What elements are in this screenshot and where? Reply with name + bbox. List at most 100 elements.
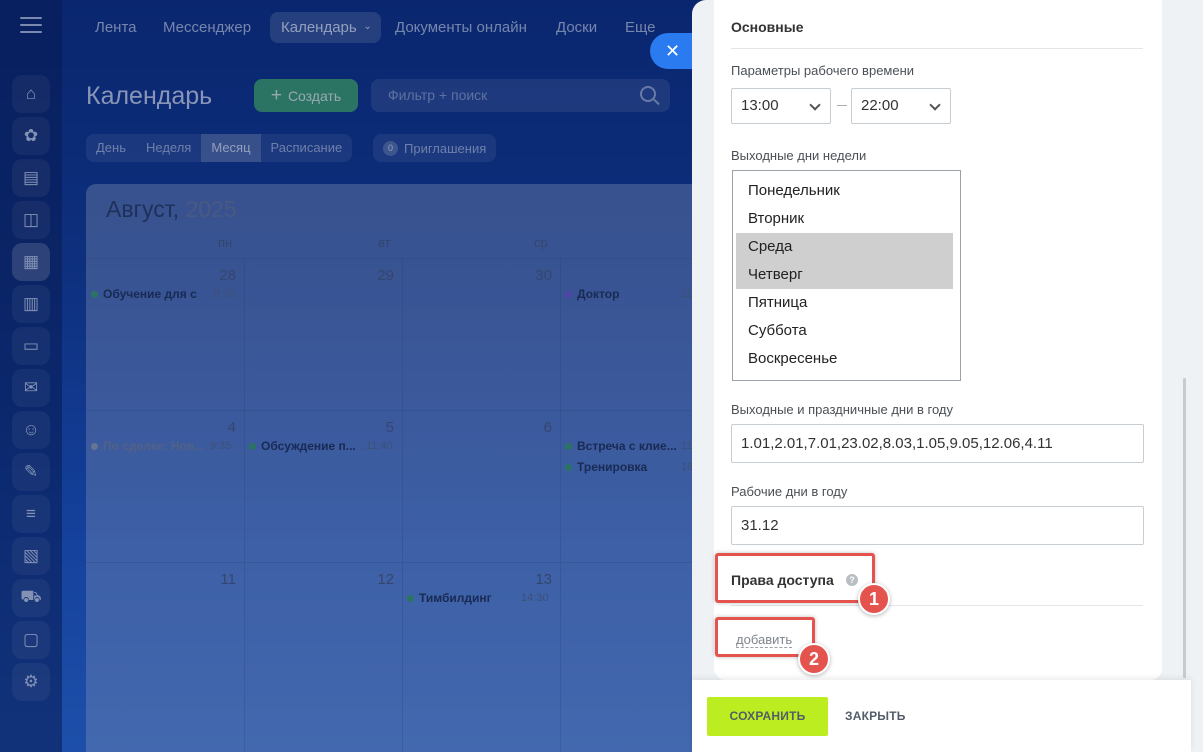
create-button-label: Создать xyxy=(287,87,342,104)
month-name: Август, xyxy=(106,196,180,222)
mail-icon[interactable]: ✉ xyxy=(12,369,50,407)
search-placeholder: Фильтр + поиск xyxy=(388,87,488,103)
event-dot xyxy=(565,463,572,471)
monitor-icon[interactable]: ▢ xyxy=(12,621,50,659)
contacts-icon[interactable]: ☺ xyxy=(12,411,50,449)
grid-line xyxy=(86,410,726,411)
tab-schedule[interactable]: Расписание xyxy=(261,134,353,162)
tab-week[interactable]: Неделя xyxy=(136,134,201,162)
invitations-count: 0 xyxy=(383,140,398,156)
weekend-days-listbox[interactable]: Понедельник Вторник Среда Четверг Пятниц… xyxy=(732,170,961,381)
chevron-down-icon: ⌄ xyxy=(363,21,372,32)
weekday-option-wednesday[interactable]: Среда xyxy=(736,233,953,261)
grid-line xyxy=(86,562,726,563)
weekday-tue: вт xyxy=(378,235,391,250)
tab-day[interactable]: День xyxy=(86,134,136,162)
view-tabs: День Неделя Месяц Расписание xyxy=(86,134,353,162)
weekday-option-saturday[interactable]: Суббота xyxy=(736,317,953,345)
close-button[interactable]: ЗАКРЫТЬ xyxy=(845,697,906,736)
left-sidebar: ⌂ ✿ ▤ ◫ ▦ ▥ ▭ ✉ ☺ ✎ ≡ ▧ ⛟ ▢ ⚙ xyxy=(0,0,62,752)
day-number[interactable]: 28 xyxy=(206,267,236,284)
work-time-label: Параметры рабочего времени xyxy=(731,63,915,78)
event-title: По сделке: Нов... xyxy=(103,439,205,453)
work-time-to-value: 22:00 xyxy=(861,97,899,114)
save-button[interactable]: СОХРАНИТЬ xyxy=(707,697,828,736)
nav-calendar-label: Календарь xyxy=(281,19,357,36)
holidays-field[interactable]: 1.01,2.01,7.01,23.02,8.03,1.05,9.05,12.0… xyxy=(731,424,1144,463)
day-number[interactable]: 12 xyxy=(364,571,394,588)
calendar-event[interactable]: Обсуждение п... 11:40 xyxy=(249,439,399,453)
drive-icon[interactable]: ▭ xyxy=(12,327,50,365)
event-dot xyxy=(91,442,98,450)
edit-doc-icon[interactable]: ▧ xyxy=(12,537,50,575)
calendar-event[interactable]: Тимбилдинг 14:30 xyxy=(407,591,557,605)
grid-line xyxy=(560,258,561,752)
day-number[interactable]: 11 xyxy=(206,571,236,588)
day-number[interactable]: 5 xyxy=(364,419,394,436)
day-number[interactable]: 29 xyxy=(364,267,394,284)
work-time-from-value: 13:00 xyxy=(741,97,779,114)
nav-messenger[interactable]: Мессенджер xyxy=(152,12,262,43)
sign-icon[interactable]: ✎ xyxy=(12,453,50,491)
grid-line xyxy=(86,258,726,259)
event-time: 14:30 xyxy=(521,592,549,604)
day-number[interactable]: 4 xyxy=(206,419,236,436)
event-title: Доктор xyxy=(577,287,620,301)
event-dot xyxy=(91,290,98,298)
scrollbar[interactable] xyxy=(1183,378,1186,678)
search-icon[interactable] xyxy=(640,86,656,102)
day-number[interactable]: 6 xyxy=(522,419,552,436)
day-number[interactable]: 30 xyxy=(522,267,552,284)
plus-icon: + xyxy=(270,85,282,106)
calendar-event[interactable]: По сделке: Нов... 9:35 xyxy=(91,439,241,453)
weekday-option-thursday[interactable]: Четверг xyxy=(736,261,953,289)
work-time-to-select[interactable]: 22:00 xyxy=(851,88,951,124)
cart-icon[interactable]: ⛟ xyxy=(12,579,50,617)
event-time: 9:35 xyxy=(210,440,232,452)
weekday-mon: пн xyxy=(218,235,233,250)
section-title: Основные xyxy=(731,19,804,35)
event-dot xyxy=(565,442,572,450)
tab-month[interactable]: Месяц xyxy=(201,134,261,162)
range-dash xyxy=(837,105,847,106)
filter-icon[interactable]: ≡ xyxy=(12,495,50,533)
workdays-label: Рабочие дни в году xyxy=(731,484,848,499)
search-input[interactable]: Фильтр + поиск xyxy=(371,79,670,112)
day-number[interactable]: 13 xyxy=(522,571,552,588)
nav-documents[interactable]: Документы онлайн xyxy=(384,12,538,43)
calendar-event[interactable]: Обучение для с 8:00 xyxy=(91,287,241,301)
event-title: Тренировка xyxy=(577,460,648,474)
chat-icon[interactable]: ◫ xyxy=(12,201,50,239)
grid-line xyxy=(402,258,403,752)
settings-icon[interactable]: ⚙ xyxy=(12,663,50,701)
year: 2025 xyxy=(185,196,237,222)
menu-icon[interactable] xyxy=(20,17,42,35)
invitations-button[interactable]: 0 Приглашения xyxy=(373,134,497,162)
event-title: Обсуждение п... xyxy=(261,439,356,453)
nav-calendar[interactable]: Календарь ⌄ xyxy=(270,12,381,43)
event-title: Тимбилдинг xyxy=(419,591,492,605)
event-title: Встреча с клие... xyxy=(577,439,677,453)
weekday-option-monday[interactable]: Понедельник xyxy=(736,177,953,205)
work-time-from-select[interactable]: 13:00 xyxy=(731,88,831,124)
grid-line xyxy=(244,258,245,752)
month-heading: Август, 2025 xyxy=(106,196,237,223)
crm-icon[interactable]: ✿ xyxy=(12,117,50,155)
documents-icon[interactable]: ▥ xyxy=(12,285,50,323)
weekday-option-tuesday[interactable]: Вторник xyxy=(736,205,953,233)
event-time: 11 xyxy=(681,440,693,452)
weekday-option-sunday[interactable]: Воскресенье xyxy=(736,345,953,373)
tasks-icon[interactable]: ▤ xyxy=(12,159,50,197)
page-title: Календарь xyxy=(86,82,213,110)
create-button[interactable]: + Создать xyxy=(254,79,358,112)
home-icon[interactable]: ⌂ xyxy=(12,75,50,113)
workdays-field[interactable]: 31.12 xyxy=(731,506,1144,545)
event-dot xyxy=(407,594,414,602)
weekday-option-friday[interactable]: Пятница xyxy=(736,289,953,317)
event-time: 11:40 xyxy=(366,440,393,452)
nav-boards[interactable]: Доски xyxy=(545,12,608,43)
event-time: 8:00 xyxy=(214,288,236,300)
calendar-icon[interactable]: ▦ xyxy=(12,243,50,281)
chevron-down-icon xyxy=(929,99,941,111)
nav-feed[interactable]: Лента xyxy=(84,12,148,43)
